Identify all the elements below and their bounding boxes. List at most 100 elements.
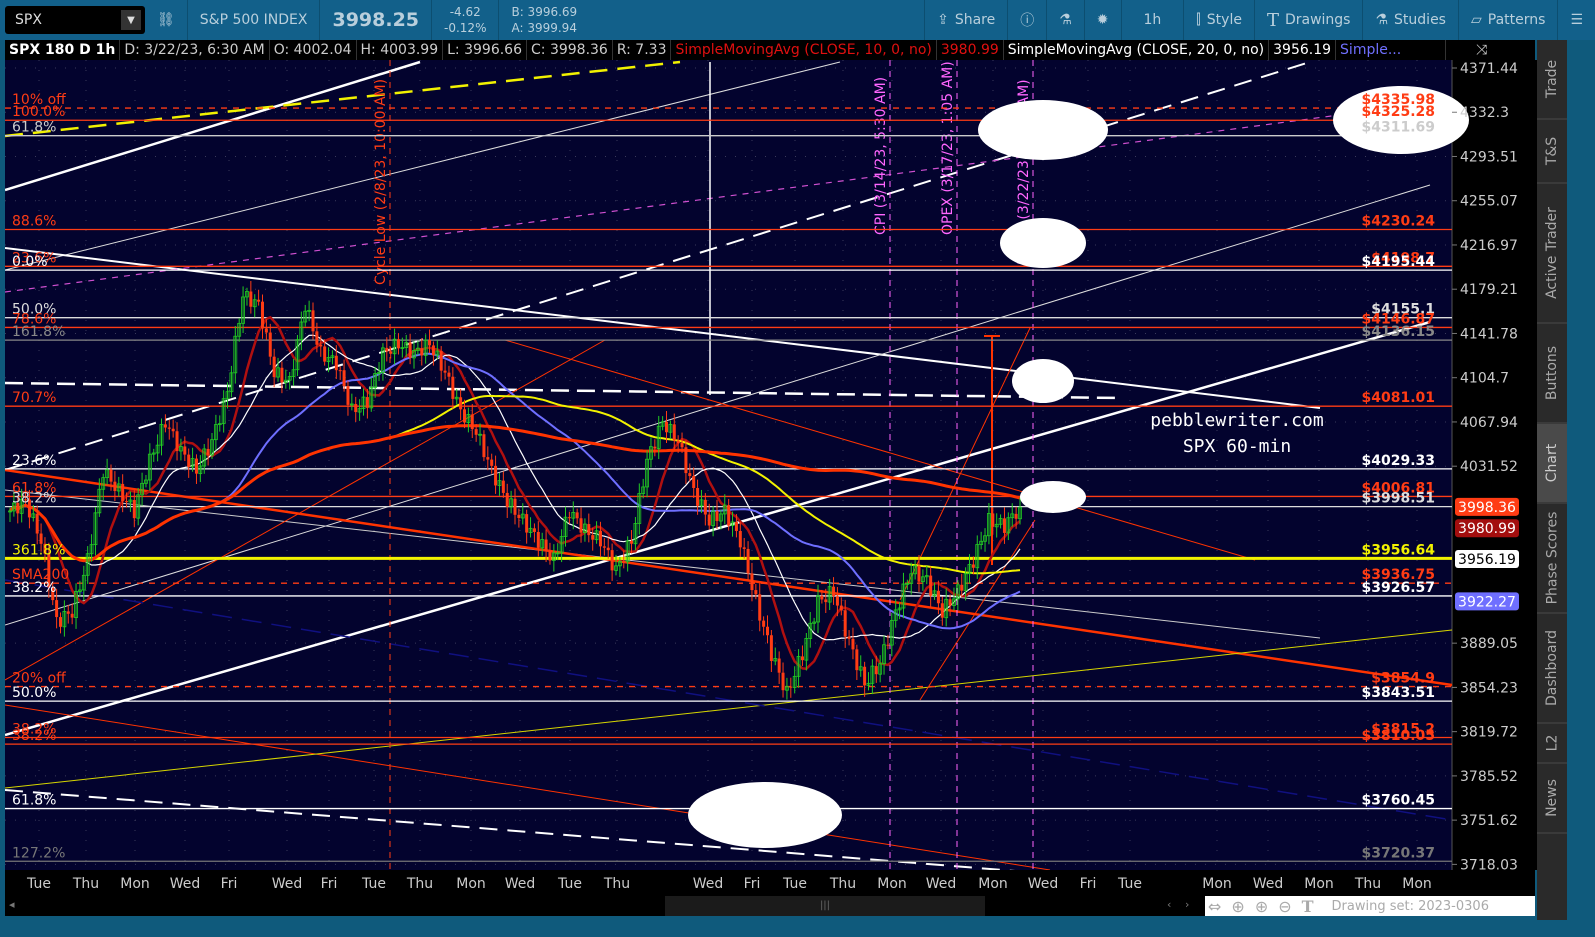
candle[interactable] xyxy=(696,487,700,506)
highlight-ellipse[interactable] xyxy=(1000,218,1086,268)
chevron-down-icon[interactable]: ▼ xyxy=(121,10,141,30)
candle[interactable] xyxy=(501,480,505,493)
info-button[interactable]: ⓘ xyxy=(1008,0,1046,40)
plot-area[interactable] xyxy=(5,60,1452,870)
candle[interactable] xyxy=(754,590,758,595)
pan-icon[interactable]: ⇔ xyxy=(1208,897,1221,916)
candle[interactable] xyxy=(459,397,463,410)
scrollbar-thumb[interactable]: ||| xyxy=(665,896,985,916)
candle[interactable] xyxy=(769,635,773,661)
candle[interactable] xyxy=(734,521,738,531)
candle[interactable] xyxy=(513,498,517,515)
candle[interactable] xyxy=(630,540,634,544)
candle[interactable] xyxy=(575,512,579,519)
candle[interactable] xyxy=(688,473,692,477)
candle[interactable] xyxy=(482,434,486,458)
sidebar-tab-chart[interactable]: Chart xyxy=(1537,424,1567,504)
candle[interactable] xyxy=(187,454,191,467)
candle[interactable] xyxy=(781,672,785,691)
sidebar-tab-t-s[interactable]: T&S xyxy=(1537,120,1567,184)
candle[interactable] xyxy=(490,459,494,466)
candle[interactable] xyxy=(323,346,327,362)
crosshair-icon[interactable]: ⊕ xyxy=(1231,897,1244,916)
sidebar-tab-news[interactable]: News xyxy=(1537,764,1567,834)
highlight-ellipse[interactable] xyxy=(1012,359,1074,403)
candle[interactable] xyxy=(587,524,591,536)
candle[interactable] xyxy=(70,613,74,618)
scroll-right-small-icon[interactable]: › xyxy=(1185,898,1189,911)
sidebar-tab-phase-scores[interactable]: Phase Scores xyxy=(1537,504,1567,614)
candle[interactable] xyxy=(971,564,975,568)
menu-button[interactable]: ☰ xyxy=(1558,0,1595,40)
candle[interactable] xyxy=(505,492,509,507)
candle[interactable] xyxy=(175,431,179,451)
candle[interactable] xyxy=(311,310,315,332)
candle[interactable] xyxy=(746,548,750,574)
candle[interactable] xyxy=(365,397,369,408)
candle[interactable] xyxy=(680,442,684,448)
candle[interactable] xyxy=(606,547,610,551)
studies-button[interactable]: ⚗ Studies xyxy=(1363,0,1458,40)
candle[interactable] xyxy=(272,356,276,378)
candle[interactable] xyxy=(727,505,731,526)
share-button[interactable]: ⇪ Share xyxy=(925,0,1007,40)
candle[interactable] xyxy=(824,599,828,603)
candle[interactable] xyxy=(494,465,498,486)
candle[interactable] xyxy=(315,331,319,345)
candle[interactable] xyxy=(385,347,389,352)
candle[interactable] xyxy=(486,457,490,460)
candle[interactable] xyxy=(874,666,878,675)
candle[interactable] xyxy=(707,514,711,526)
text-t-icon[interactable]: T xyxy=(1302,897,1314,916)
candle[interactable] xyxy=(738,530,742,548)
candle[interactable] xyxy=(610,550,614,571)
drawing-set-label[interactable]: Drawing set: 2023-0306 xyxy=(1332,899,1489,914)
candle[interactable] xyxy=(517,514,521,519)
candle[interactable] xyxy=(766,626,769,636)
candle[interactable] xyxy=(917,565,921,582)
candle[interactable] xyxy=(389,351,393,354)
candle[interactable] xyxy=(653,446,657,449)
symbol-selector[interactable]: SPX ▼ xyxy=(5,6,145,34)
candle[interactable] xyxy=(851,638,855,650)
candle[interactable] xyxy=(257,299,261,302)
candle[interactable] xyxy=(847,636,851,639)
candle[interactable] xyxy=(113,481,117,491)
candle[interactable] xyxy=(470,414,474,430)
candle[interactable] xyxy=(820,595,824,600)
time-axis[interactable]: Tue Thu Mon Wed Fri Wed Fri Tue Thu Mon Wed Tue Thu W… xyxy=(5,870,1535,896)
candle[interactable] xyxy=(777,658,781,673)
candle[interactable] xyxy=(886,644,890,646)
sidebar-tab-active-trader[interactable]: Active Trader xyxy=(1537,184,1567,324)
highlight-ellipse[interactable] xyxy=(688,782,842,848)
candle[interactable] xyxy=(171,428,175,432)
candle[interactable] xyxy=(703,499,707,515)
patterns-button[interactable]: ▱ Patterns xyxy=(1459,0,1557,40)
sidebar-tab-trade[interactable]: Trade xyxy=(1537,40,1567,120)
candle[interactable] xyxy=(598,530,602,547)
style-button[interactable]: ⫿ Style xyxy=(1184,0,1254,40)
candle[interactable] xyxy=(832,586,836,597)
candle[interactable] xyxy=(431,345,435,356)
candle[interactable] xyxy=(338,370,342,372)
candle[interactable] xyxy=(463,409,466,423)
candle[interactable] xyxy=(929,575,933,596)
candle[interactable] xyxy=(447,372,451,377)
highlight-ellipse[interactable] xyxy=(978,100,1108,160)
candle[interactable] xyxy=(121,483,125,502)
candle[interactable] xyxy=(940,603,944,618)
candle[interactable] xyxy=(249,291,253,307)
candle[interactable] xyxy=(692,476,696,488)
candle[interactable] xyxy=(672,424,676,441)
more-studies[interactable]: Simple... xyxy=(1336,40,1447,60)
candle[interactable] xyxy=(346,386,350,405)
candle[interactable] xyxy=(863,666,867,686)
candle[interactable] xyxy=(742,547,746,549)
candle[interactable] xyxy=(843,610,847,637)
expand-icon[interactable]: ⤨ xyxy=(1446,40,1491,60)
candle[interactable] xyxy=(1014,513,1018,519)
candle[interactable] xyxy=(66,611,70,614)
candle[interactable] xyxy=(109,469,113,482)
candle[interactable] xyxy=(342,370,346,387)
zoom-out-icon[interactable]: ⊖ xyxy=(1278,897,1291,916)
